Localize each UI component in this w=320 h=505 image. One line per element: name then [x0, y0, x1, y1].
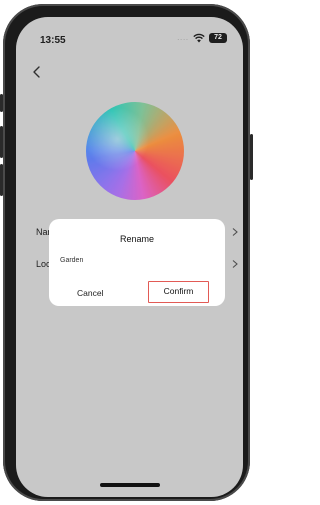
rename-input[interactable]: Garden: [60, 257, 83, 264]
confirm-button[interactable]: Confirm: [148, 281, 209, 303]
power-button: [250, 134, 253, 180]
rename-dialog: Rename Garden Cancel Confirm: [49, 219, 225, 306]
volume-up-button: [0, 126, 3, 158]
cancel-button[interactable]: Cancel: [77, 288, 103, 298]
mute-switch: [0, 94, 3, 112]
home-indicator: [100, 483, 160, 487]
dialog-title: Rename: [119, 234, 155, 244]
screen: 13:55 .... 72 Nar L Loc: [16, 17, 243, 497]
volume-down-button: [0, 164, 3, 196]
phone-frame: 13:55 .... 72 Nar L Loc: [0, 4, 253, 501]
